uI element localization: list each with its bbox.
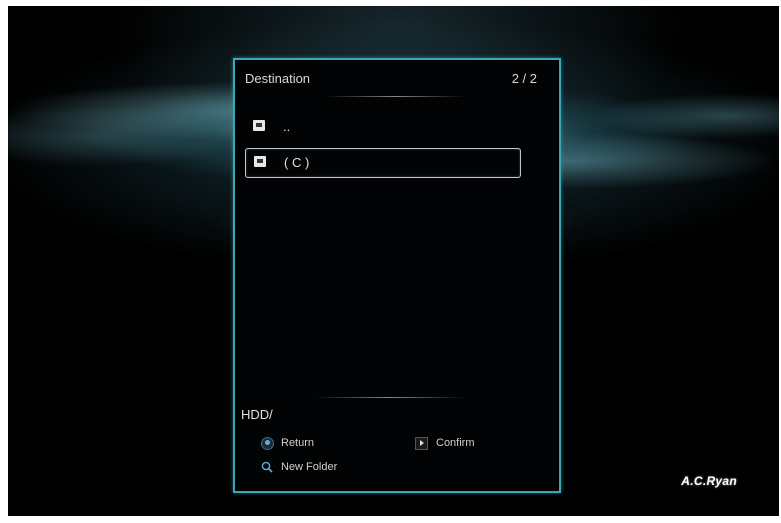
footer-divider [315, 397, 465, 398]
current-path: HDD/ [241, 407, 273, 422]
list-item-drive-c[interactable]: ( C ) [245, 148, 521, 178]
list-item-parent-folder[interactable]: .. [245, 113, 519, 141]
list-item-label: ( C ) [284, 155, 310, 170]
brand-logo: A.C.Ryan [681, 474, 737, 488]
confirm-arrow-icon[interactable] [415, 437, 428, 450]
list-item-label: .. [283, 119, 291, 134]
destination-dialog: Destination 2 / 2 .. ( C ) HDD/ Return C… [233, 58, 561, 493]
drive-icon [254, 156, 266, 167]
confirm-hint-label: Confirm [436, 437, 475, 449]
new-folder-search-icon[interactable] [261, 461, 273, 473]
dialog-title: Destination [245, 71, 311, 86]
page-indicator: 2 / 2 [511, 71, 537, 86]
return-button-icon[interactable] [261, 437, 274, 450]
tv-screen: Destination 2 / 2 .. ( C ) HDD/ Return C… [8, 6, 779, 516]
title-divider [325, 96, 465, 97]
new-folder-hint-label: New Folder [281, 461, 338, 473]
return-hint-label: Return [281, 437, 315, 449]
folder-up-icon [253, 120, 265, 131]
